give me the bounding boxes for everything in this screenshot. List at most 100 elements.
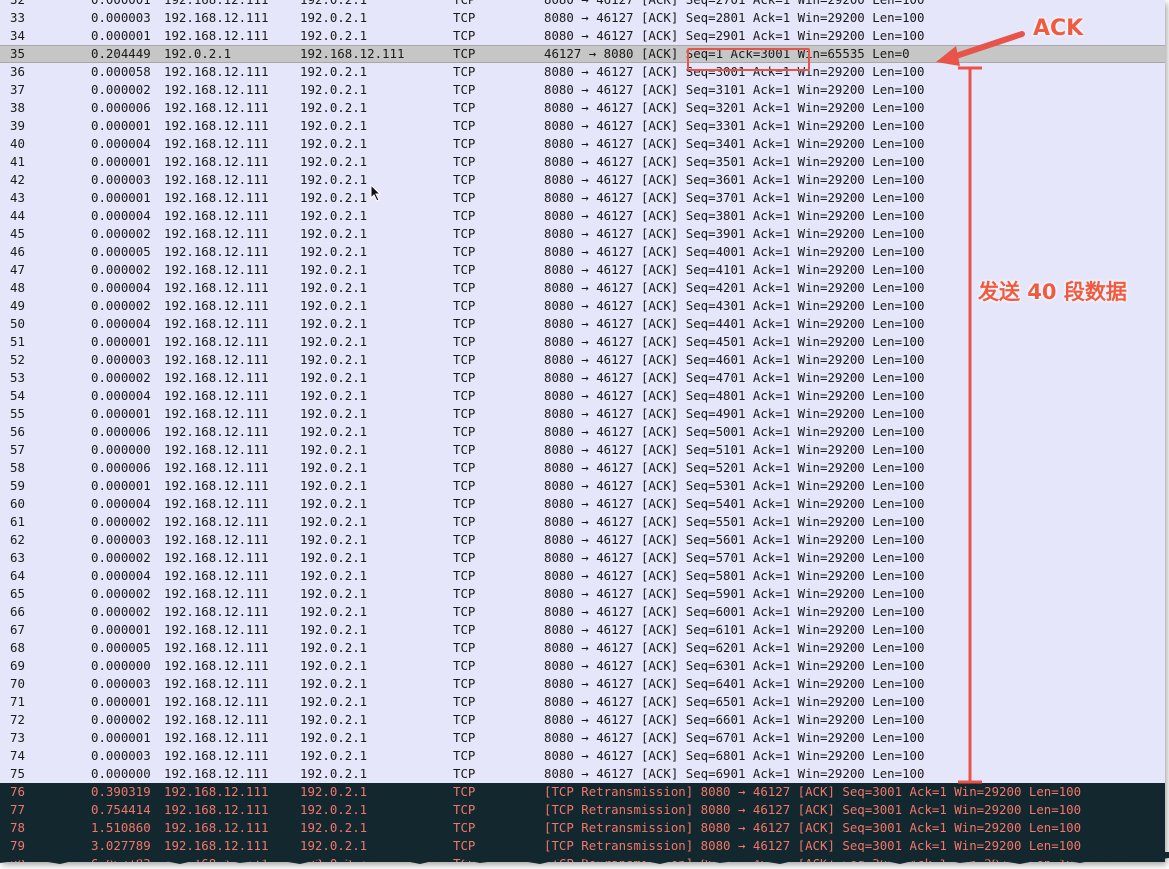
packet-proto-cell: TCP	[453, 10, 476, 25]
packet-no-cell: 73	[10, 730, 25, 745]
packet-proto-cell: TCP	[453, 640, 476, 655]
packet-info-cell: 8080 → 46127 [ACK] Seq=6201 Ack=1 Win=29…	[544, 640, 925, 655]
ack-annotation-label: ACK	[1033, 16, 1084, 41]
packet-proto-cell: TCP	[453, 370, 476, 385]
packet-row[interactable]: 44 0.000004 192.168.12.111 192.0.2.1 TCP 8080…	[0, 207, 1165, 225]
packet-dst-cell: 192.0.2.1	[300, 802, 368, 817]
packet-no-cell: 59	[10, 478, 25, 493]
packet-row[interactable]: 72 0.000002 192.168.12.111 192.0.2.1 TCP 8080…	[0, 711, 1165, 729]
packet-row[interactable]: 46 0.000005 192.168.12.111 192.0.2.1 TCP 8080…	[0, 243, 1165, 261]
packet-row[interactable]: 66 0.000002 192.168.12.111 192.0.2.1 TCP 8080…	[0, 603, 1165, 621]
packet-row[interactable]: 37 0.000002 192.168.12.111 192.0.2.1 TCP 8080…	[0, 81, 1165, 99]
packet-proto-cell: TCP	[453, 406, 476, 421]
packet-row[interactable]: 74 0.000003 192.168.12.111 192.0.2.1 TCP 8080…	[0, 747, 1165, 765]
packet-row[interactable]: 68 0.000005 192.168.12.111 192.0.2.1 TCP 8080…	[0, 639, 1165, 657]
packet-row[interactable]: 45 0.000002 192.168.12.111 192.0.2.1 TCP 8080…	[0, 225, 1165, 243]
packet-dst-cell: 192.0.2.1	[300, 424, 368, 439]
packet-row[interactable]: 53 0.000002 192.168.12.111 192.0.2.1 TCP 8080…	[0, 369, 1165, 387]
packet-row[interactable]: 61 0.000002 192.168.12.111 192.0.2.1 TCP 8080…	[0, 513, 1165, 531]
packet-no-cell: 41	[10, 154, 25, 169]
packet-src-cell: 192.168.12.111	[164, 100, 269, 115]
packet-row[interactable]: 57 0.000000 192.168.12.111 192.0.2.1 TCP 8080…	[0, 441, 1165, 459]
packet-row[interactable]: 52 0.000003 192.168.12.111 192.0.2.1 TCP 8080…	[0, 351, 1165, 369]
packet-row[interactable]: 41 0.000001 192.168.12.111 192.0.2.1 TCP 8080…	[0, 153, 1165, 171]
packet-src-cell: 192.168.12.111	[164, 10, 269, 25]
packet-row[interactable]: 67 0.000001 192.168.12.111 192.0.2.1 TCP 8080…	[0, 621, 1165, 639]
packet-row[interactable]: 60 0.000004 192.168.12.111 192.0.2.1 TCP 8080…	[0, 495, 1165, 513]
packet-info-cell: 8080 → 46127 [ACK] Seq=4401 Ack=1 Win=29…	[544, 316, 925, 331]
packet-row[interactable]: 58 0.000006 192.168.12.111 192.0.2.1 TCP 8080…	[0, 459, 1165, 477]
packet-info-cell: 8080 → 46127 [ACK] Seq=5801 Ack=1 Win=29…	[544, 568, 925, 583]
packet-row[interactable]: 77 0.754414 192.168.12.111 192.0.2.1 TCP [TCP…	[0, 801, 1165, 819]
packet-time-cell: 0.000000	[91, 658, 151, 673]
packet-proto-cell: TCP	[453, 748, 476, 763]
packet-src-cell: 192.168.12.111	[164, 118, 269, 133]
packet-info-cell: 8080 → 46127 [ACK] Seq=6301 Ack=1 Win=29…	[544, 658, 925, 673]
packet-dst-cell: 192.0.2.1	[300, 370, 368, 385]
packet-row[interactable]: 54 0.000004 192.168.12.111 192.0.2.1 TCP 8080…	[0, 387, 1165, 405]
packet-row[interactable]: 73 0.000001 192.168.12.111 192.0.2.1 TCP 8080…	[0, 729, 1165, 747]
packet-row[interactable]: 75 0.000000 192.168.12.111 192.0.2.1 TCP 8080…	[0, 765, 1165, 783]
packet-row[interactable]: 33 0.000003 192.168.12.111 192.0.2.1 TCP 8080…	[0, 9, 1165, 27]
packet-proto-cell: TCP	[453, 316, 476, 331]
packet-row[interactable]: 78 1.510860 192.168.12.111 192.0.2.1 TCP [TCP…	[0, 819, 1165, 837]
packet-row[interactable]: 70 0.000003 192.168.12.111 192.0.2.1 TCP 8080…	[0, 675, 1165, 693]
packet-row[interactable]: 69 0.000000 192.168.12.111 192.0.2.1 TCP 8080…	[0, 657, 1165, 675]
packet-time-cell: 0.000002	[91, 370, 151, 385]
packet-src-cell: 192.168.12.111	[164, 280, 269, 295]
segment-count-annotation: 发送 40 段数据	[978, 280, 1127, 304]
packet-info-cell: 8080 → 46127 [ACK] Seq=3501 Ack=1 Win=29…	[544, 154, 925, 169]
packet-row[interactable]: 39 0.000001 192.168.12.111 192.0.2.1 TCP 8080…	[0, 117, 1165, 135]
packet-row[interactable]: 40 0.000004 192.168.12.111 192.0.2.1 TCP 8080…	[0, 135, 1165, 153]
packet-time-cell: 0.000001	[91, 28, 151, 43]
packet-dst-cell: 192.0.2.1	[300, 784, 368, 799]
packet-src-cell: 192.168.12.111	[164, 514, 269, 529]
packet-dst-cell: 192.0.2.1	[300, 748, 368, 763]
packet-row[interactable]: 55 0.000001 192.168.12.111 192.0.2.1 TCP 8080…	[0, 405, 1165, 423]
packet-time-cell: 0.000002	[91, 550, 151, 565]
packet-row[interactable]: 32 0.000001 192.168.12.111 192.0.2.1 TCP 8080…	[0, 0, 1165, 9]
packet-row[interactable]: 63 0.000002 192.168.12.111 192.0.2.1 TCP 8080…	[0, 549, 1165, 567]
packet-src-cell: 192.168.12.111	[164, 802, 269, 817]
packet-proto-cell: TCP	[453, 496, 476, 511]
packet-proto-cell: TCP	[453, 136, 476, 151]
packet-row[interactable]: 65 0.000002 192.168.12.111 192.0.2.1 TCP 8080…	[0, 585, 1165, 603]
packet-dst-cell: 192.0.2.1	[300, 712, 368, 727]
packet-row[interactable]: 64 0.000004 192.168.12.111 192.0.2.1 TCP 8080…	[0, 567, 1165, 585]
packet-row[interactable]: 51 0.000001 192.168.12.111 192.0.2.1 TCP 8080…	[0, 333, 1165, 351]
mouse-pointer-icon	[370, 184, 382, 202]
packet-dst-cell: 192.0.2.1	[300, 0, 367, 9]
packet-row[interactable]: 71 0.000001 192.168.12.111 192.0.2.1 TCP 8080…	[0, 693, 1165, 711]
packet-list: 32 0.000001 192.168.12.111 192.0.2.1 TCP 8080…	[0, 0, 1165, 862]
packet-row[interactable]: 38 0.000006 192.168.12.111 192.0.2.1 TCP 8080…	[0, 99, 1165, 117]
packet-row[interactable]: 56 0.000006 192.168.12.111 192.0.2.1 TCP 8080…	[0, 423, 1165, 441]
packet-time-cell: 0.000004	[91, 208, 151, 223]
packet-src-cell: 192.168.12.111	[164, 172, 269, 187]
packet-info-cell: 8080 → 46127 [ACK] Seq=3701 Ack=1 Win=29…	[544, 190, 925, 205]
packet-row[interactable]: 50 0.000004 192.168.12.111 192.0.2.1 TCP 8080…	[0, 315, 1165, 333]
packet-no-cell: 51	[10, 334, 25, 349]
packet-time-cell: 0.000000	[91, 766, 151, 781]
packet-no-cell: 44	[10, 208, 25, 223]
packet-row[interactable]: 59 0.000001 192.168.12.111 192.0.2.1 TCP 8080…	[0, 477, 1165, 495]
packet-dst-cell: 192.0.2.1	[300, 460, 368, 475]
packet-row[interactable]: 42 0.000003 192.168.12.111 192.0.2.1 TCP 8080…	[0, 171, 1165, 189]
packet-info-cell: 8080 → 46127 [ACK] Seq=3801 Ack=1 Win=29…	[544, 208, 925, 223]
packet-dst-cell: 192.0.2.1	[300, 172, 368, 187]
packet-row[interactable]: 43 0.000001 192.168.12.111 192.0.2.1 TCP 8080…	[0, 189, 1165, 207]
packet-src-cell: 192.168.12.111	[164, 730, 269, 745]
packet-no-cell: 48	[10, 280, 25, 295]
packet-time-cell: 0.000005	[91, 640, 151, 655]
packet-dst-cell: 192.0.2.1	[300, 676, 368, 691]
packet-time-cell: 0.000001	[91, 118, 151, 133]
packet-row[interactable]: 62 0.000003 192.168.12.111 192.0.2.1 TCP 8080…	[0, 531, 1165, 549]
packet-no-cell: 72	[10, 712, 25, 727]
packet-info-cell: 8080 → 46127 [ACK] Seq=5201 Ack=1 Win=29…	[544, 460, 925, 475]
packet-info-cell: 8080 → 46127 [ACK] Seq=4901 Ack=1 Win=29…	[544, 406, 925, 421]
packet-row[interactable]: 76 0.390319 192.168.12.111 192.0.2.1 TCP [TCP…	[0, 783, 1165, 801]
packet-no-cell: 32	[10, 0, 38, 9]
packet-no-cell: 38	[10, 100, 25, 115]
packet-proto-cell: TCP	[453, 820, 476, 835]
packet-src-cell: 192.168.12.111	[164, 460, 269, 475]
packet-time-cell: 0.754414	[91, 802, 151, 817]
